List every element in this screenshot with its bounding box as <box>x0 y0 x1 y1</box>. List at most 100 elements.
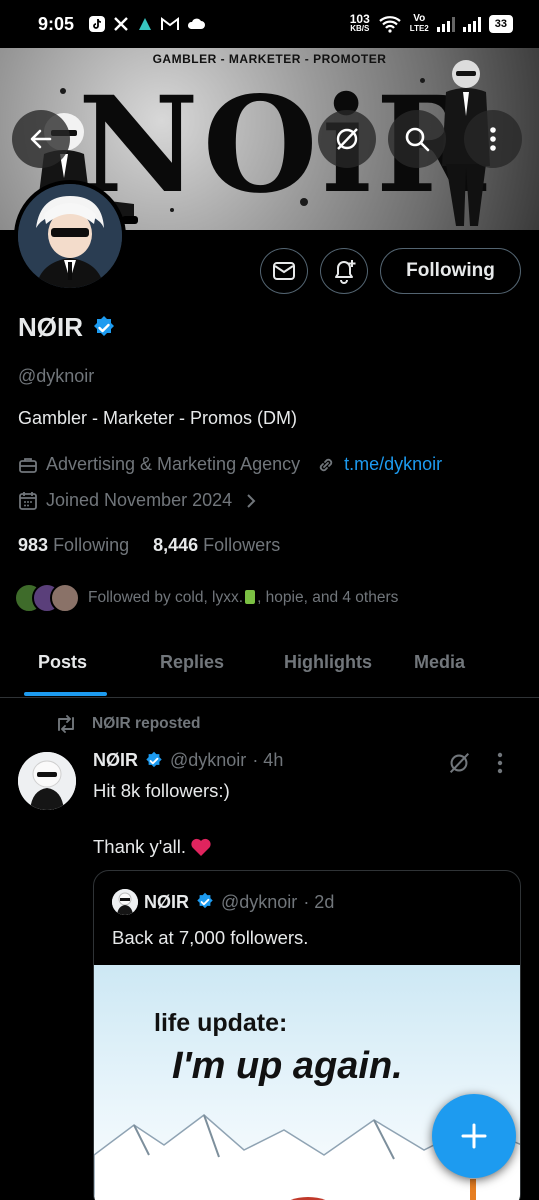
following-label: Following <box>53 535 130 555</box>
more-button[interactable] <box>464 110 522 168</box>
speed-value: 103 <box>349 12 370 26</box>
quoted-avatar-character <box>112 889 138 915</box>
search-icon <box>405 127 430 152</box>
app-icon <box>139 18 152 30</box>
followed-by-text: Followed by cold, lyxx. , hopie, and 4 ot… <box>88 589 398 607</box>
post-time: · 4h <box>252 750 284 770</box>
plus-icon <box>461 1123 487 1149</box>
notifications-button[interactable] <box>320 248 368 294</box>
post-grok-button[interactable] <box>446 750 472 781</box>
post-handle[interactable]: @dyknoir <box>170 750 246 771</box>
post-avatar-character <box>18 752 76 810</box>
profile-avatar[interactable] <box>14 180 126 292</box>
signal-icon-2 <box>462 16 481 32</box>
post-header: NØIR @dyknoir · 4h <box>93 750 283 771</box>
notification-icons <box>88 15 206 33</box>
profile-tabs: Posts Replies Highlights Media <box>0 636 539 698</box>
juice-emoji-icon <box>245 590 256 604</box>
network-speed: 103 KB/S <box>349 12 370 34</box>
back-arrow-icon <box>30 129 52 149</box>
followed-by-prefix: Followed by cold, lyxx. <box>88 589 244 606</box>
quoted-author: NØIR <box>144 891 189 912</box>
grok-icon <box>449 753 470 773</box>
followed-by-row[interactable]: Followed by cold, lyxx. , hopie, and 4 ot… <box>14 583 398 613</box>
volte-indicator: Vo LTE2 <box>410 14 429 34</box>
joined-date: Joined November 2024 <box>46 490 233 510</box>
follower-avatars <box>14 583 80 613</box>
message-button[interactable] <box>260 248 308 294</box>
quoted-handle: @dyknoir <box>221 891 298 912</box>
verified-badge-icon <box>197 892 213 909</box>
verified-badge-icon <box>94 315 114 336</box>
followers-label: Followers <box>203 535 281 555</box>
battery-icon: 33 <box>488 15 513 33</box>
quoted-image-caption-line2: I'm up again. <box>172 1045 403 1087</box>
verified-badge-icon <box>146 751 162 767</box>
volte-line1: Vo <box>413 13 426 24</box>
volte-line2: LTE2 <box>409 24 429 33</box>
follow-stats: 983 Following 8,446 Followers <box>18 535 280 556</box>
followed-by-suffix: , hopie, and 4 others <box>257 589 399 606</box>
quoted-text: Back at 7,000 followers. <box>112 927 309 948</box>
mail-icon <box>273 262 295 280</box>
profile-link[interactable]: t.me/dyknoir <box>344 454 442 475</box>
search-button[interactable] <box>388 110 446 168</box>
profile-category: Advertising & Marketing Agency <box>46 454 301 474</box>
wifi-icon <box>379 16 401 33</box>
grok-icon <box>336 128 358 150</box>
display-name: NØIR <box>18 312 83 342</box>
joined-row[interactable]: Joined November 2024 <box>18 490 258 511</box>
active-tab-indicator <box>24 692 107 696</box>
battery-level: 33 <box>494 18 507 30</box>
gmail-icon <box>161 17 180 30</box>
profile-name-row: NØIR <box>18 312 117 343</box>
quoted-image-caption-line1: life update: <box>154 1009 288 1037</box>
tiktok-icon <box>89 16 106 32</box>
post-text-line2: Thank y'all. <box>93 836 212 858</box>
status-right: 103 KB/S Vo LTE2 33 <box>349 12 513 34</box>
repost-icon <box>58 715 74 733</box>
more-vertical-icon <box>497 752 503 774</box>
following-count: 983 <box>18 535 49 555</box>
banner-speck <box>60 88 66 94</box>
post-text-line1: Hit 8k followers:) <box>93 780 230 801</box>
quoted-post-header: NØIR @dyknoir · 2d <box>112 889 334 915</box>
post-text-line2-text: Thank y'all. <box>93 836 186 857</box>
tab-posts[interactable]: Posts <box>38 652 87 673</box>
status-time: 9:05 <box>38 13 75 34</box>
cloud-icon <box>187 18 206 29</box>
back-button[interactable] <box>12 110 70 168</box>
briefcase-icon <box>19 457 37 473</box>
repost-indicator: NØIR reposted <box>54 714 201 734</box>
profile-bio: Gambler - Marketer - Promos (DM) <box>18 408 298 428</box>
bell-plus-icon <box>335 260 356 284</box>
link-icon <box>319 458 333 471</box>
profile-handle: @dyknoir <box>18 366 95 386</box>
x-icon <box>114 17 128 31</box>
quoted-time: · 2d <box>303 891 335 912</box>
repost-label: NØIR reposted <box>92 715 201 732</box>
post-author[interactable]: NØIR <box>93 750 138 771</box>
more-vertical-icon <box>490 127 496 151</box>
tab-highlights[interactable]: Highlights <box>284 652 372 673</box>
following-button[interactable]: Following <box>380 248 521 294</box>
post-more-button[interactable] <box>496 752 504 779</box>
profile-meta-row: Advertising & Marketing Agency t.me/dykn… <box>18 454 442 475</box>
chevron-right-icon <box>247 493 256 508</box>
following-stat[interactable]: 983 Following <box>18 535 129 556</box>
avatar-character <box>18 184 122 288</box>
followers-count: 8,446 <box>153 535 199 555</box>
red-heart-icon <box>191 838 211 856</box>
signal-icon-1 <box>436 16 455 32</box>
compose-button[interactable] <box>432 1094 516 1178</box>
grok-button[interactable] <box>318 110 376 168</box>
follower-avatar <box>50 583 80 613</box>
tab-replies[interactable]: Replies <box>160 652 224 673</box>
post-avatar[interactable] <box>18 752 76 810</box>
speed-unit: KB/S <box>350 24 370 33</box>
quoted-avatar <box>112 889 138 915</box>
status-bar: 9:05 103 KB/S Vo LTE2 33 <box>0 0 539 48</box>
calendar-icon <box>19 491 37 510</box>
followers-stat[interactable]: 8,446 Followers <box>153 535 280 556</box>
tab-media[interactable]: Media <box>414 652 465 673</box>
